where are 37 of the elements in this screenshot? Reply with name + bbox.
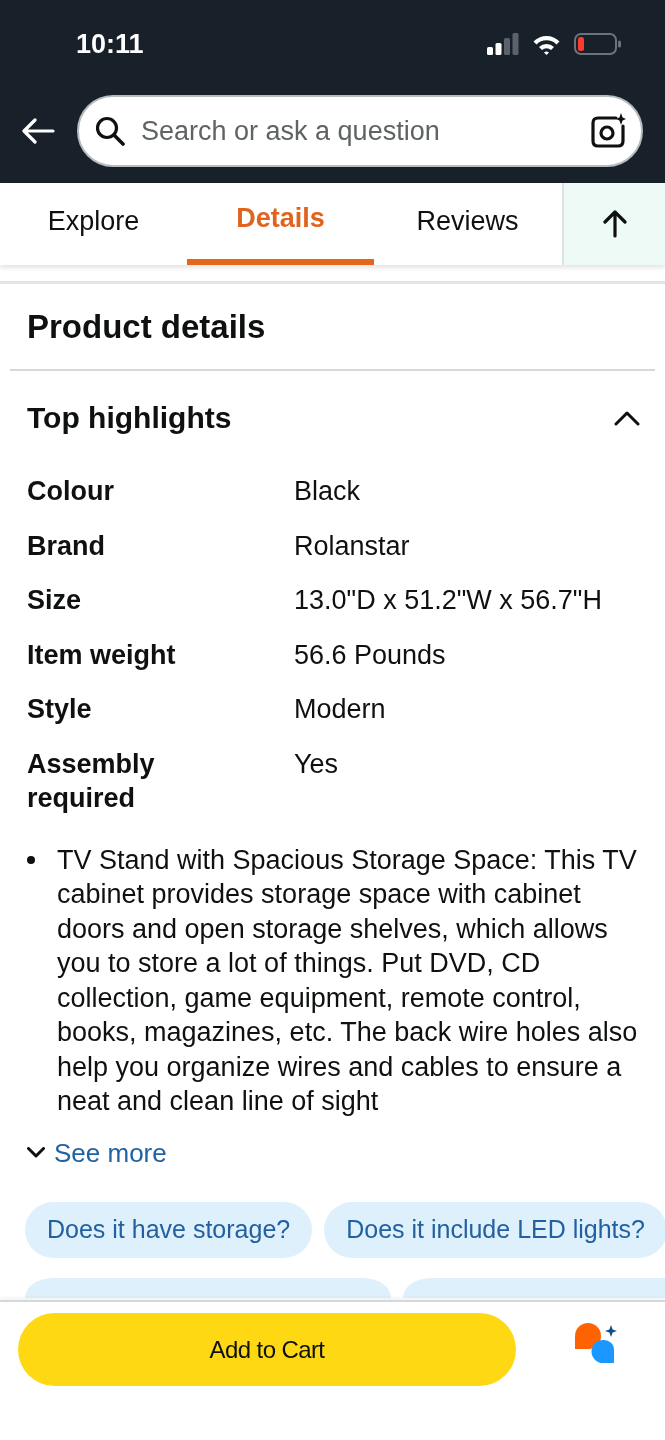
tab[interactable]: Details [187,183,374,265]
assistant-icon[interactable] [574,1323,618,1363]
question-chip[interactable]: Does it include LED lights? [324,1201,665,1258]
battery-icon [574,33,621,55]
spec-value: Rolanstar [294,529,411,563]
section-heading: Product details [26,306,267,347]
scroll-to-top-button[interactable] [562,183,665,265]
spec-label: Item weight [27,638,177,672]
signal-icon [487,33,519,55]
section-heading: Top highlights [27,400,232,436]
chevron-up-icon [614,409,640,426]
camera-icon[interactable] [590,113,626,149]
wifi-icon [532,33,561,55]
spec-label: Style [27,693,93,726]
bullet-icon [27,855,35,864]
spec-value: Black [294,475,362,508]
spec-value: Yes [294,747,340,781]
feature-description: TV Stand with Spacious Storage Space: This TV cabinet provides storage space with cabinet doors and open storage shelves, which allows you to store a lot of things. Put DVD, CD collection, game equipment, remote control, books, magazines, etc. The back wire holes also help you organize wires and cables to ensure a neat and clean line of sight [57,843,639,1118]
spec-value: 13.0"D x 51.2"W x 56.7"H [294,584,603,617]
spec-value: Modern [294,693,387,726]
search-input[interactable]: Search or ask a question [141,110,590,152]
question-chip[interactable]: Does it have storage? [25,1201,313,1258]
search-bar[interactable]: Search or ask a question [77,95,643,167]
status-time: 10:11 [76,30,144,58]
search-icon [95,116,125,146]
spec-label: Size [27,584,83,617]
tab[interactable]: Reviews [374,183,561,265]
add-to-cart-button[interactable]: Add to Cart [18,1313,516,1386]
arrow-up-icon [602,210,627,238]
see-more-link[interactable]: See more [54,1135,167,1170]
spec-label: Assembly required [27,747,156,815]
spec-value: 56.6 Pounds [294,638,447,672]
back-arrow-icon [21,118,55,144]
tab[interactable]: Explore [0,183,187,265]
chevron-down-icon [27,1147,45,1158]
spec-label: Colour [27,475,115,508]
spec-label: Brand [27,529,106,563]
